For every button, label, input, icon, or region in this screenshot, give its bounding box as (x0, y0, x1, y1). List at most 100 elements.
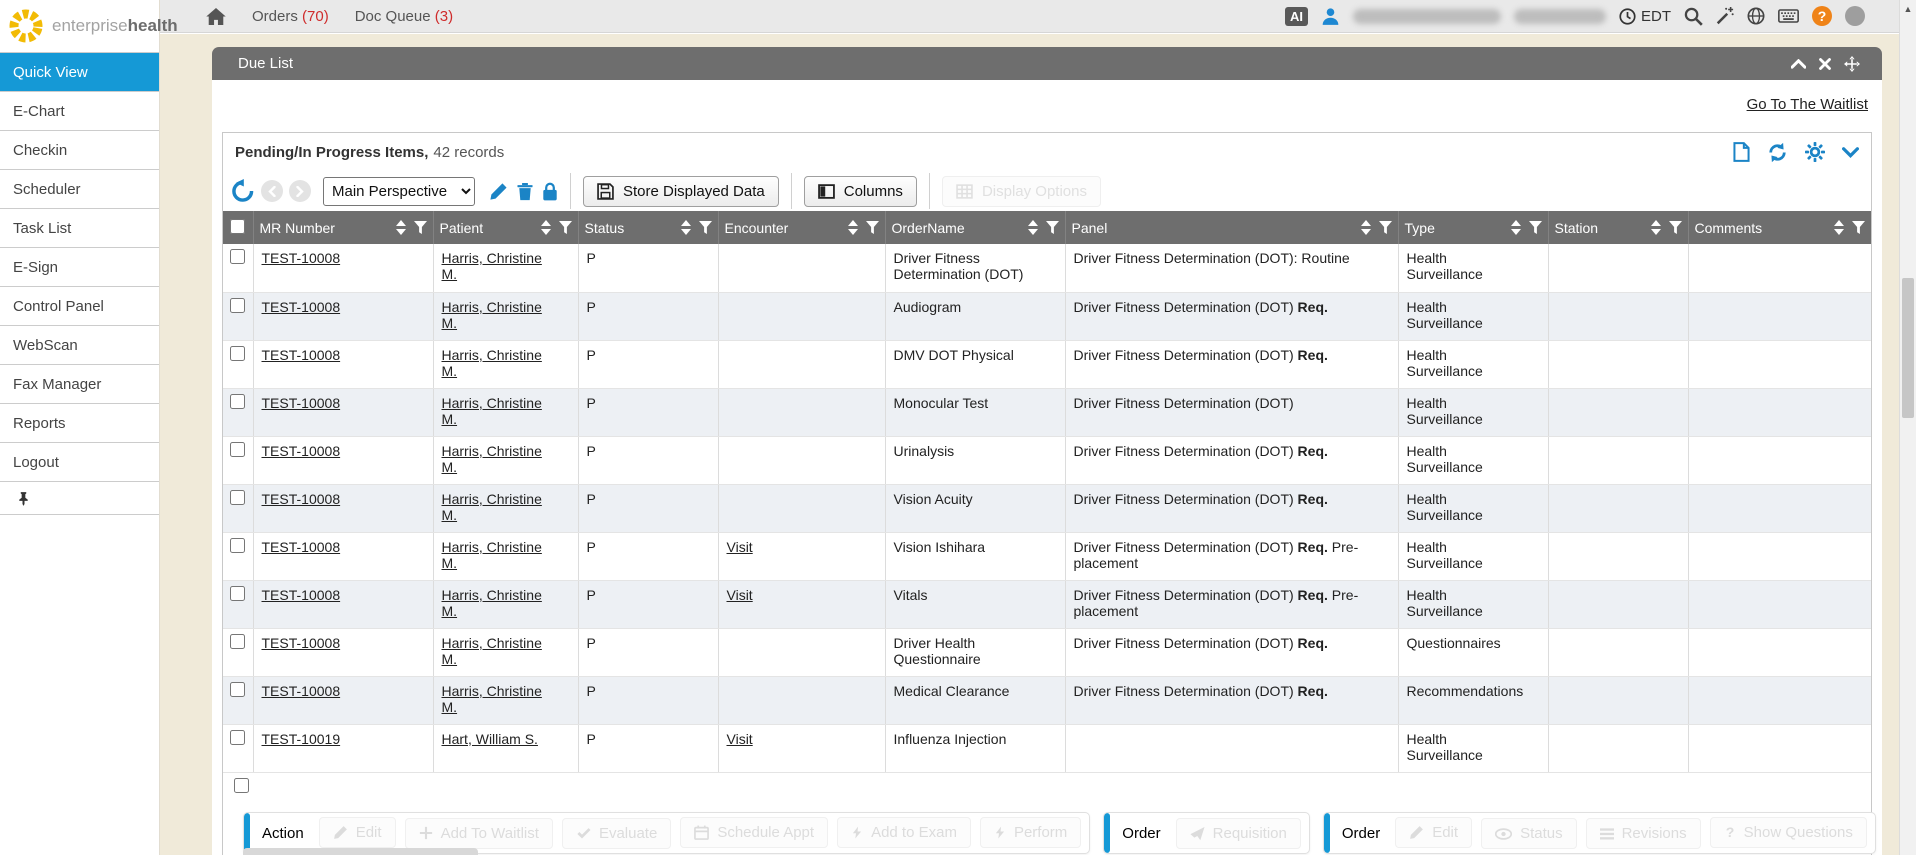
mr-number-link[interactable]: TEST-10008 (262, 395, 341, 411)
pin-icon[interactable] (18, 491, 29, 506)
filter-funnel-icon[interactable] (559, 221, 572, 234)
sort-icon[interactable] (1511, 220, 1521, 235)
vertical-scrollbar-thumb[interactable] (1902, 278, 1914, 418)
select-all-checkbox[interactable] (230, 219, 245, 234)
patient-link[interactable]: Harris, Christine M. (442, 299, 554, 331)
row-checkbox[interactable] (230, 298, 245, 313)
row-checkbox[interactable] (234, 778, 249, 793)
edit-perspective-pencil-icon[interactable] (489, 182, 508, 201)
sidebar-item-logout[interactable]: Logout (0, 442, 159, 481)
globe-icon[interactable] (1747, 7, 1765, 25)
sidebar-item-webscan[interactable]: WebScan (0, 325, 159, 364)
search-icon[interactable] (1684, 7, 1703, 26)
mr-number-link[interactable]: TEST-10008 (262, 587, 341, 603)
sidebar-item-e-chart[interactable]: E-Chart (0, 91, 159, 130)
row-checkbox[interactable] (230, 682, 245, 697)
mr-number-link[interactable]: TEST-10008 (262, 299, 341, 315)
sort-icon[interactable] (1651, 220, 1661, 235)
mr-number-link[interactable]: TEST-10008 (262, 539, 341, 555)
row-checkbox[interactable] (230, 249, 245, 264)
help-button[interactable]: ? (1812, 6, 1832, 26)
column-header-type[interactable]: Type (1398, 211, 1548, 244)
column-header-ordername[interactable]: OrderName (885, 211, 1065, 244)
lock-perspective-icon[interactable] (542, 182, 558, 201)
row-checkbox[interactable] (230, 346, 245, 361)
row-checkbox[interactable] (230, 586, 245, 601)
sidebar-item-e-sign[interactable]: E-Sign (0, 247, 159, 286)
sidebar-item-control-panel[interactable]: Control Panel (0, 286, 159, 325)
store-displayed-data-button[interactable]: Store Displayed Data (583, 176, 779, 207)
filter-funnel-icon[interactable] (1046, 221, 1059, 234)
column-header-status[interactable]: Status (578, 211, 718, 244)
sort-icon[interactable] (1361, 220, 1371, 235)
user-icon[interactable] (1321, 7, 1340, 26)
scroll-up-arrow[interactable]: ▲ (1900, 4, 1916, 14)
column-header-panel[interactable]: Panel (1065, 211, 1398, 244)
mr-number-link[interactable]: TEST-10008 (262, 635, 341, 651)
row-checkbox[interactable] (230, 634, 245, 649)
column-header-station[interactable]: Station (1548, 211, 1688, 244)
sort-icon[interactable] (541, 220, 551, 235)
column-header-encounter[interactable]: Encounter (718, 211, 885, 244)
home-icon[interactable] (206, 8, 226, 25)
collapse-chevron-down-icon[interactable] (1842, 147, 1859, 158)
vertical-scrollbar[interactable]: ▲ (1899, 0, 1916, 855)
delete-perspective-trash-icon[interactable] (517, 182, 533, 201)
mr-number-link[interactable]: TEST-10008 (262, 491, 341, 507)
sidebar-item-fax-manager[interactable]: Fax Manager (0, 364, 159, 403)
filter-funnel-icon[interactable] (1379, 221, 1392, 234)
filter-funnel-icon[interactable] (1669, 221, 1682, 234)
mr-number-link[interactable]: TEST-10019 (262, 731, 341, 747)
sort-icon[interactable] (396, 220, 406, 235)
sidebar-item-scheduler[interactable]: Scheduler (0, 169, 159, 208)
perspective-select[interactable]: Main Perspective (323, 177, 475, 206)
column-header-comments[interactable]: Comments (1688, 211, 1871, 244)
patient-link[interactable]: Harris, Christine M. (442, 443, 554, 475)
filter-funnel-icon[interactable] (699, 221, 712, 234)
ai-badge[interactable]: AI (1285, 7, 1308, 26)
column-header-mr-number[interactable]: MR Number (253, 211, 433, 244)
sidebar-item-quick-view[interactable]: Quick View (0, 52, 159, 91)
mr-number-link[interactable]: TEST-10008 (262, 250, 341, 266)
filter-funnel-icon[interactable] (414, 221, 427, 234)
patient-link[interactable]: Harris, Christine M. (442, 395, 554, 427)
patient-link[interactable]: Harris, Christine M. (442, 250, 554, 282)
keyboard-icon[interactable] (1778, 9, 1799, 23)
row-checkbox[interactable] (230, 490, 245, 505)
nav-doc-queue[interactable]: Doc Queue (3) (355, 8, 453, 25)
sort-icon[interactable] (848, 220, 858, 235)
refresh-icon[interactable] (1767, 142, 1788, 163)
sort-icon[interactable] (681, 220, 691, 235)
timezone-indicator[interactable]: EDT (1619, 8, 1671, 25)
close-icon[interactable] (1819, 58, 1831, 70)
avatar-placeholder[interactable] (1845, 6, 1865, 26)
reset-undo-icon[interactable] (231, 179, 255, 203)
patient-link[interactable]: Harris, Christine M. (442, 539, 554, 571)
new-document-icon[interactable] (1733, 142, 1750, 162)
patient-link[interactable]: Harris, Christine M. (442, 587, 554, 619)
mr-number-link[interactable]: TEST-10008 (262, 347, 341, 363)
sidebar-item-checkin[interactable]: Checkin (0, 130, 159, 169)
mr-number-link[interactable]: TEST-10008 (262, 683, 341, 699)
row-checkbox[interactable] (230, 394, 245, 409)
mr-number-link[interactable]: TEST-10008 (262, 443, 341, 459)
columns-button[interactable]: Columns (804, 176, 917, 207)
row-checkbox[interactable] (230, 730, 245, 745)
patient-link[interactable]: Harris, Christine M. (442, 635, 554, 667)
filter-funnel-icon[interactable] (1529, 221, 1542, 234)
sort-icon[interactable] (1028, 220, 1038, 235)
move-icon[interactable] (1844, 56, 1860, 72)
patient-link[interactable]: Harris, Christine M. (442, 683, 554, 715)
encounter-visit-link[interactable]: Visit (727, 731, 753, 747)
patient-link[interactable]: Harris, Christine M. (442, 347, 554, 379)
row-checkbox[interactable] (230, 538, 245, 553)
collapse-chevron-up-icon[interactable] (1791, 59, 1806, 69)
encounter-visit-link[interactable]: Visit (727, 539, 753, 555)
patient-link[interactable]: Hart, William S. (442, 731, 538, 747)
filter-funnel-icon[interactable] (1852, 221, 1865, 234)
filter-funnel-icon[interactable] (866, 221, 879, 234)
sidebar-item-task-list[interactable]: Task List (0, 208, 159, 247)
patient-link[interactable]: Harris, Christine M. (442, 491, 554, 523)
sort-icon[interactable] (1834, 220, 1844, 235)
settings-gear-icon[interactable] (1805, 142, 1825, 162)
